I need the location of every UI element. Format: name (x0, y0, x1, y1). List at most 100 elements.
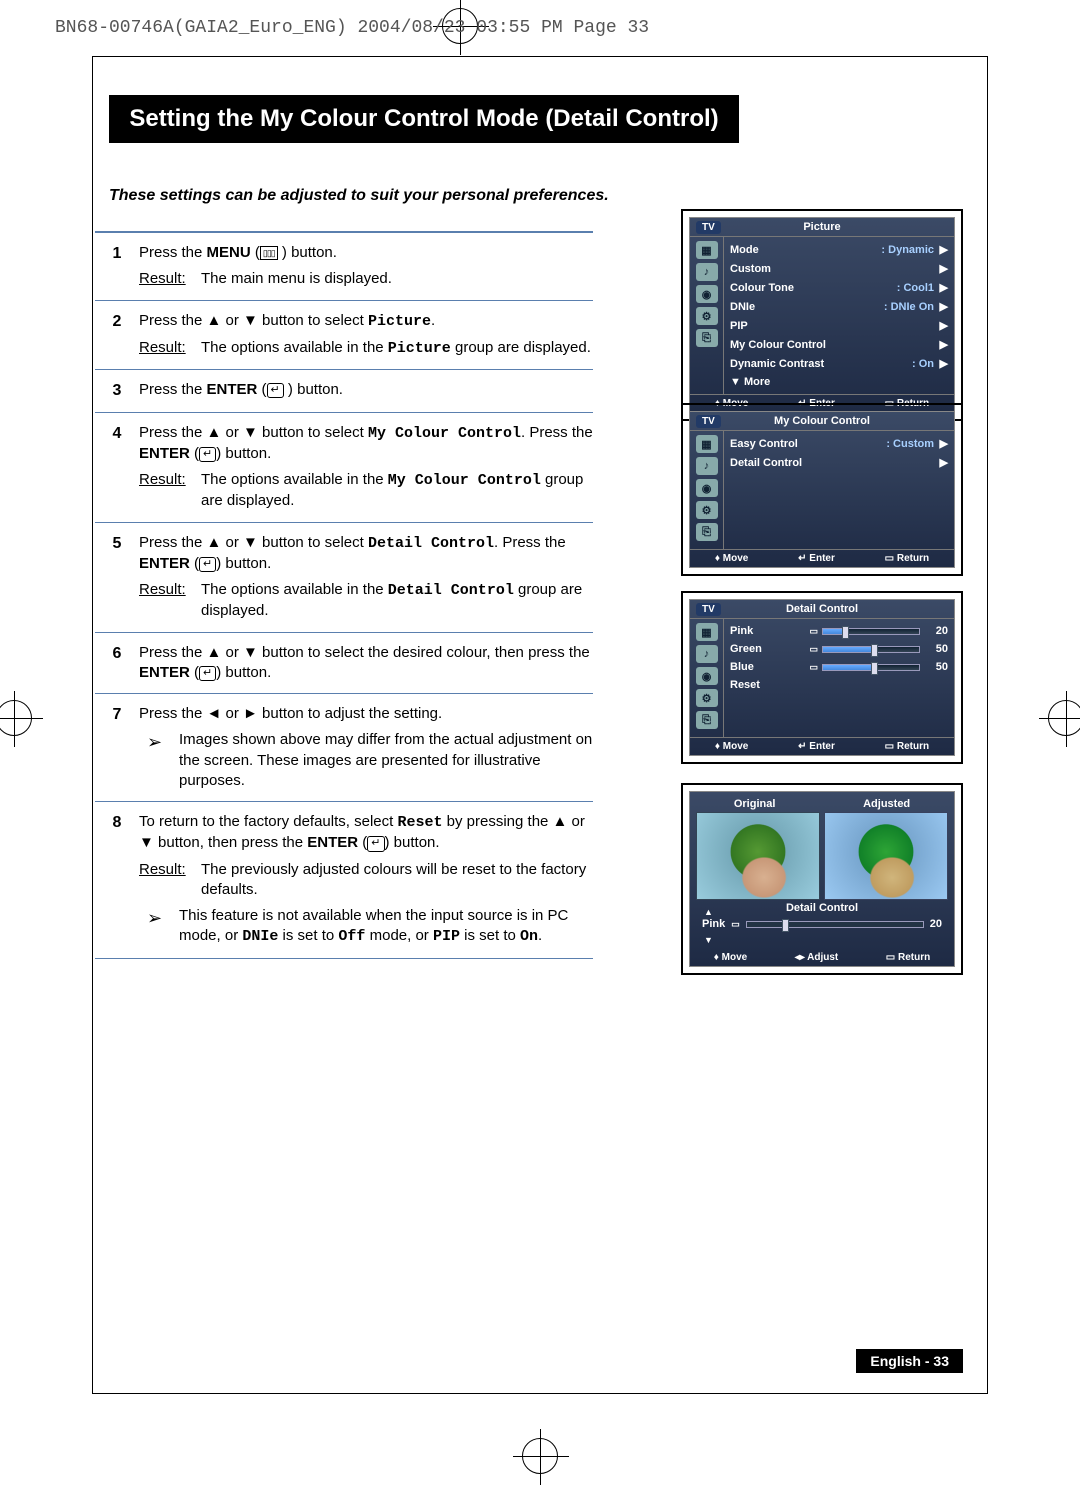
step-5: 5 Press the ▲ or ▼ button to select Deta… (95, 523, 593, 633)
t: ) button. (284, 381, 343, 398)
step-num: 3 (95, 380, 139, 402)
t: ( (257, 381, 266, 398)
input-icon: ⎘ (696, 329, 718, 347)
input-icon: ⎘ (696, 711, 718, 729)
osd-row: Blue▭50 (730, 658, 948, 676)
slider: ▭20 (778, 625, 948, 637)
result-label: Result: (139, 470, 201, 512)
note-icon: ➢ (139, 906, 179, 948)
osd-title: Picture (690, 218, 954, 237)
picture-icon: ▦ (696, 623, 718, 641)
step-num: 5 (95, 533, 139, 622)
t: Reset (397, 814, 442, 831)
enter-icon: ↵ (367, 836, 384, 851)
t: . (431, 312, 435, 329)
picture-icon: ▦ (696, 241, 718, 259)
osd-sidebar: ▦ ♪ ◉ ⚙ ⎘ (690, 431, 724, 549)
t: ( (190, 664, 199, 681)
t: ) button. (216, 555, 271, 572)
setup-icon: ⚙ (696, 501, 718, 519)
step-1: 1 Press the MENU (▯▯▯ ) button. Result: … (95, 233, 593, 301)
adjusted-image (824, 812, 948, 900)
result-text: The main menu is displayed. (201, 269, 593, 289)
print-header: BN68-00746A(GAIA2_Euro_ENG) 2004/08/23 0… (55, 18, 649, 38)
osd-row: Colour Tone: Cool1▶ (730, 278, 948, 297)
step-num: 2 (95, 311, 139, 360)
osd-row: Dynamic Contrast: On▶ (730, 354, 948, 373)
menu-icon: ▯▯▯ (260, 246, 278, 260)
osd-row: PIP▶ (730, 316, 948, 335)
tv-tag: TV (696, 221, 721, 234)
page-number: English - 33 (856, 1349, 963, 1373)
steps-list: 1 Press the MENU (▯▯▯ ) button. Result: … (95, 231, 593, 959)
osd-row: Pink▭20 (730, 622, 948, 640)
step-num: 6 (95, 643, 139, 684)
t: Press the ▲ or ▼ button to select the de… (139, 644, 590, 661)
enter-icon: ↵ (199, 447, 216, 462)
pink-slider: Pink ▭ 20 (702, 918, 942, 930)
sound-icon: ♪ (696, 645, 718, 663)
osd-row: DNIe: DNIe On▶ (730, 297, 948, 316)
t: ) button. (216, 445, 271, 462)
osd-detail: TV Detail Control ▦ ♪ ◉ ⚙ ⎘ Pink▭20Green… (681, 591, 963, 764)
t: To return to the factory defaults, selec… (139, 813, 397, 830)
t: ( (190, 445, 199, 462)
setup-icon: ⚙ (696, 689, 718, 707)
tv-tag: TV (696, 415, 721, 428)
note-text: This feature is not available when the i… (179, 906, 593, 948)
osd-row: Detail Control▶ (730, 453, 948, 472)
osd-row: Custom▶ (730, 259, 948, 278)
page-title: Setting the My Colour Control Mode (Deta… (109, 95, 739, 143)
note-text: Images shown above may differ from the a… (179, 730, 593, 791)
t: ENTER (139, 445, 190, 462)
t: ( (251, 244, 260, 261)
osd-row: Green▭50 (730, 640, 948, 658)
page-frame: Setting the My Colour Control Mode (Deta… (92, 56, 988, 1394)
osd-row: Reset (730, 676, 948, 694)
label-adjusted: Adjusted (863, 798, 910, 810)
step-num: 1 (95, 243, 139, 290)
result-text: The options available in the Picture gro… (201, 338, 593, 359)
slider: ▭50 (778, 643, 948, 655)
t: . Press the (494, 534, 566, 551)
t: Picture (368, 313, 431, 330)
channel-icon: ◉ (696, 285, 718, 303)
step-7: 7 Press the ◄ or ► button to adjust the … (95, 694, 593, 802)
result-label: Result: (139, 269, 201, 289)
t: ENTER (207, 381, 258, 398)
enter-icon: ↵ (267, 383, 284, 398)
osd-row: Mode: Dynamic▶ (730, 240, 948, 259)
osd-picture: TV Picture ▦ ♪ ◉ ⚙ ⎘ Mode: Dynamic▶Custo… (681, 209, 963, 421)
t: Press the (139, 381, 207, 398)
step-2: 2 Press the ▲ or ▼ button to select Pict… (95, 301, 593, 371)
osd-sidebar: ▦ ♪ ◉ ⚙ ⎘ (690, 619, 724, 737)
t: Press the ▲ or ▼ button to select (139, 424, 368, 441)
enter-icon: ↵ (199, 557, 216, 572)
slider-value: 20 (930, 918, 942, 930)
setup-icon: ⚙ (696, 307, 718, 325)
enter-icon: ↵ (199, 666, 216, 681)
picture-icon: ▦ (696, 435, 718, 453)
osd-row: Easy Control: Custom▶ (730, 434, 948, 453)
step-num: 7 (95, 704, 139, 791)
t: Press the (139, 244, 207, 261)
t: Detail Control (368, 535, 494, 552)
osd-row: My Colour Control▶ (730, 335, 948, 354)
result-label: Result: (139, 338, 201, 359)
t: . Press the (521, 424, 593, 441)
result-label: Result: (139, 580, 201, 622)
osd-title: Detail Control (690, 600, 954, 619)
osd-more: ▼ More (730, 373, 948, 391)
label-original: Original (734, 798, 776, 810)
t: Press the ▲ or ▼ button to select (139, 534, 368, 551)
step-6: 6 Press the ▲ or ▼ button to select the … (95, 633, 593, 695)
t: Press the ◄ or ► button to adjust the se… (139, 704, 593, 724)
result-text: The options available in the Detail Cont… (201, 580, 593, 622)
t: ENTER (307, 834, 358, 851)
channel-icon: ◉ (696, 667, 718, 685)
osd-footer: ♦ Move ◂▸ Adjust ▭ Return (690, 952, 954, 963)
osd-compare: Original Adjusted Detail Control Pink ▭ … (681, 783, 963, 975)
slider: ▭50 (778, 661, 948, 673)
note-icon: ➢ (139, 730, 179, 791)
t: ) button. (385, 834, 440, 851)
